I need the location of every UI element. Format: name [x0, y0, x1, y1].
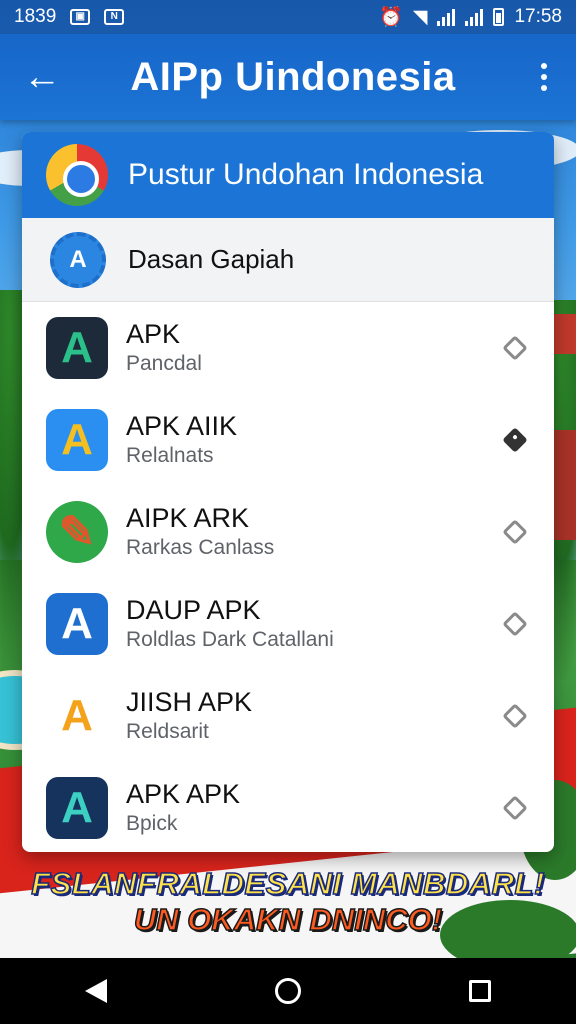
battery-icon	[493, 8, 505, 26]
app-subtitle: Reldsarit	[126, 720, 209, 743]
app-list: A APK Pancdal A APK AIIK Relalnats ✎ AIP…	[22, 302, 554, 852]
nav-home-button[interactable]	[258, 961, 318, 1021]
app-name: APK AIIK	[126, 411, 238, 441]
gear-a-icon: A	[50, 231, 106, 288]
app-name: AIPK ARK	[126, 503, 250, 533]
list-item[interactable]: A APK AIIK Relalnats	[22, 394, 554, 486]
app-list-card: Pustur Undohan Indonesia A Dasan Gapiah …	[22, 132, 554, 852]
wifi-icon: ◥	[412, 6, 428, 28]
section-title: Dasan Gapiah	[128, 244, 295, 274]
app-subtitle: Relalnats	[126, 444, 214, 467]
arrow-left-icon: ←	[23, 55, 61, 98]
signal-icon	[465, 8, 484, 26]
back-triangle-icon	[85, 979, 107, 1003]
apk-app-icon: A	[46, 777, 108, 839]
recent-square-icon	[469, 980, 491, 1002]
list-item[interactable]: ✎ AIPK ARK Rarkas Canlass	[22, 486, 554, 578]
page-title: AIPp Uindonesia	[130, 54, 456, 99]
n-icon: N	[104, 9, 125, 25]
section-row[interactable]: A Dasan Gapiah	[22, 218, 554, 302]
nav-back-button[interactable]	[66, 961, 126, 1021]
apk-app-icon: A	[46, 685, 108, 747]
tag-icon[interactable]	[502, 795, 528, 821]
colorful-logo-icon	[46, 144, 108, 206]
tag-icon[interactable]	[502, 427, 528, 453]
app-subtitle: Roldlas Dark Catallani	[126, 628, 334, 651]
app-name: DAUP APK	[126, 595, 261, 625]
tag-icon[interactable]	[502, 703, 528, 729]
status-bar: 1839 ▣ N ⏰ ◥ 17:58	[0, 0, 576, 34]
tag-icon[interactable]	[502, 519, 528, 545]
app-name: APK APK	[126, 779, 241, 809]
app-bar: ← AIPp Uindonesia	[0, 34, 576, 120]
apk-app-icon: A	[46, 593, 108, 655]
status-time: 1839	[14, 6, 57, 27]
navigation-bar	[0, 958, 576, 1024]
app-subtitle: Bpick	[126, 812, 178, 835]
list-item[interactable]: A APK APK Bpick	[22, 762, 554, 852]
alarm-icon: ⏰	[379, 7, 403, 28]
list-item[interactable]: A APK Pancdal	[22, 302, 554, 394]
app-subtitle: Rarkas Canlass	[126, 536, 275, 559]
status-clock: 17:58	[514, 6, 562, 27]
more-options-button[interactable]	[512, 34, 576, 120]
back-button[interactable]: ←	[0, 34, 84, 120]
app-name: JIISH APK	[126, 687, 253, 717]
nav-recent-button[interactable]	[450, 961, 510, 1021]
card-header: Pustur Undohan Indonesia	[22, 132, 554, 218]
list-item[interactable]: A JIISH APK Reldsarit	[22, 670, 554, 762]
more-vertical-icon	[541, 63, 547, 69]
app-subtitle: Pancdal	[126, 352, 202, 375]
tag-icon[interactable]	[502, 611, 528, 637]
signal-icon	[437, 8, 456, 26]
list-item[interactable]: A DAUP APK Roldlas Dark Catallani	[22, 578, 554, 670]
image-icon: ▣	[70, 9, 91, 25]
paintbrush-app-icon: ✎	[46, 501, 108, 563]
home-circle-icon	[275, 978, 301, 1004]
tag-icon[interactable]	[502, 335, 528, 361]
app-name: APK	[126, 319, 181, 349]
apk-app-icon: A	[46, 317, 108, 379]
card-header-title: Pustur Undohan Indonesia	[128, 158, 484, 191]
apk-app-icon: A	[46, 409, 108, 471]
